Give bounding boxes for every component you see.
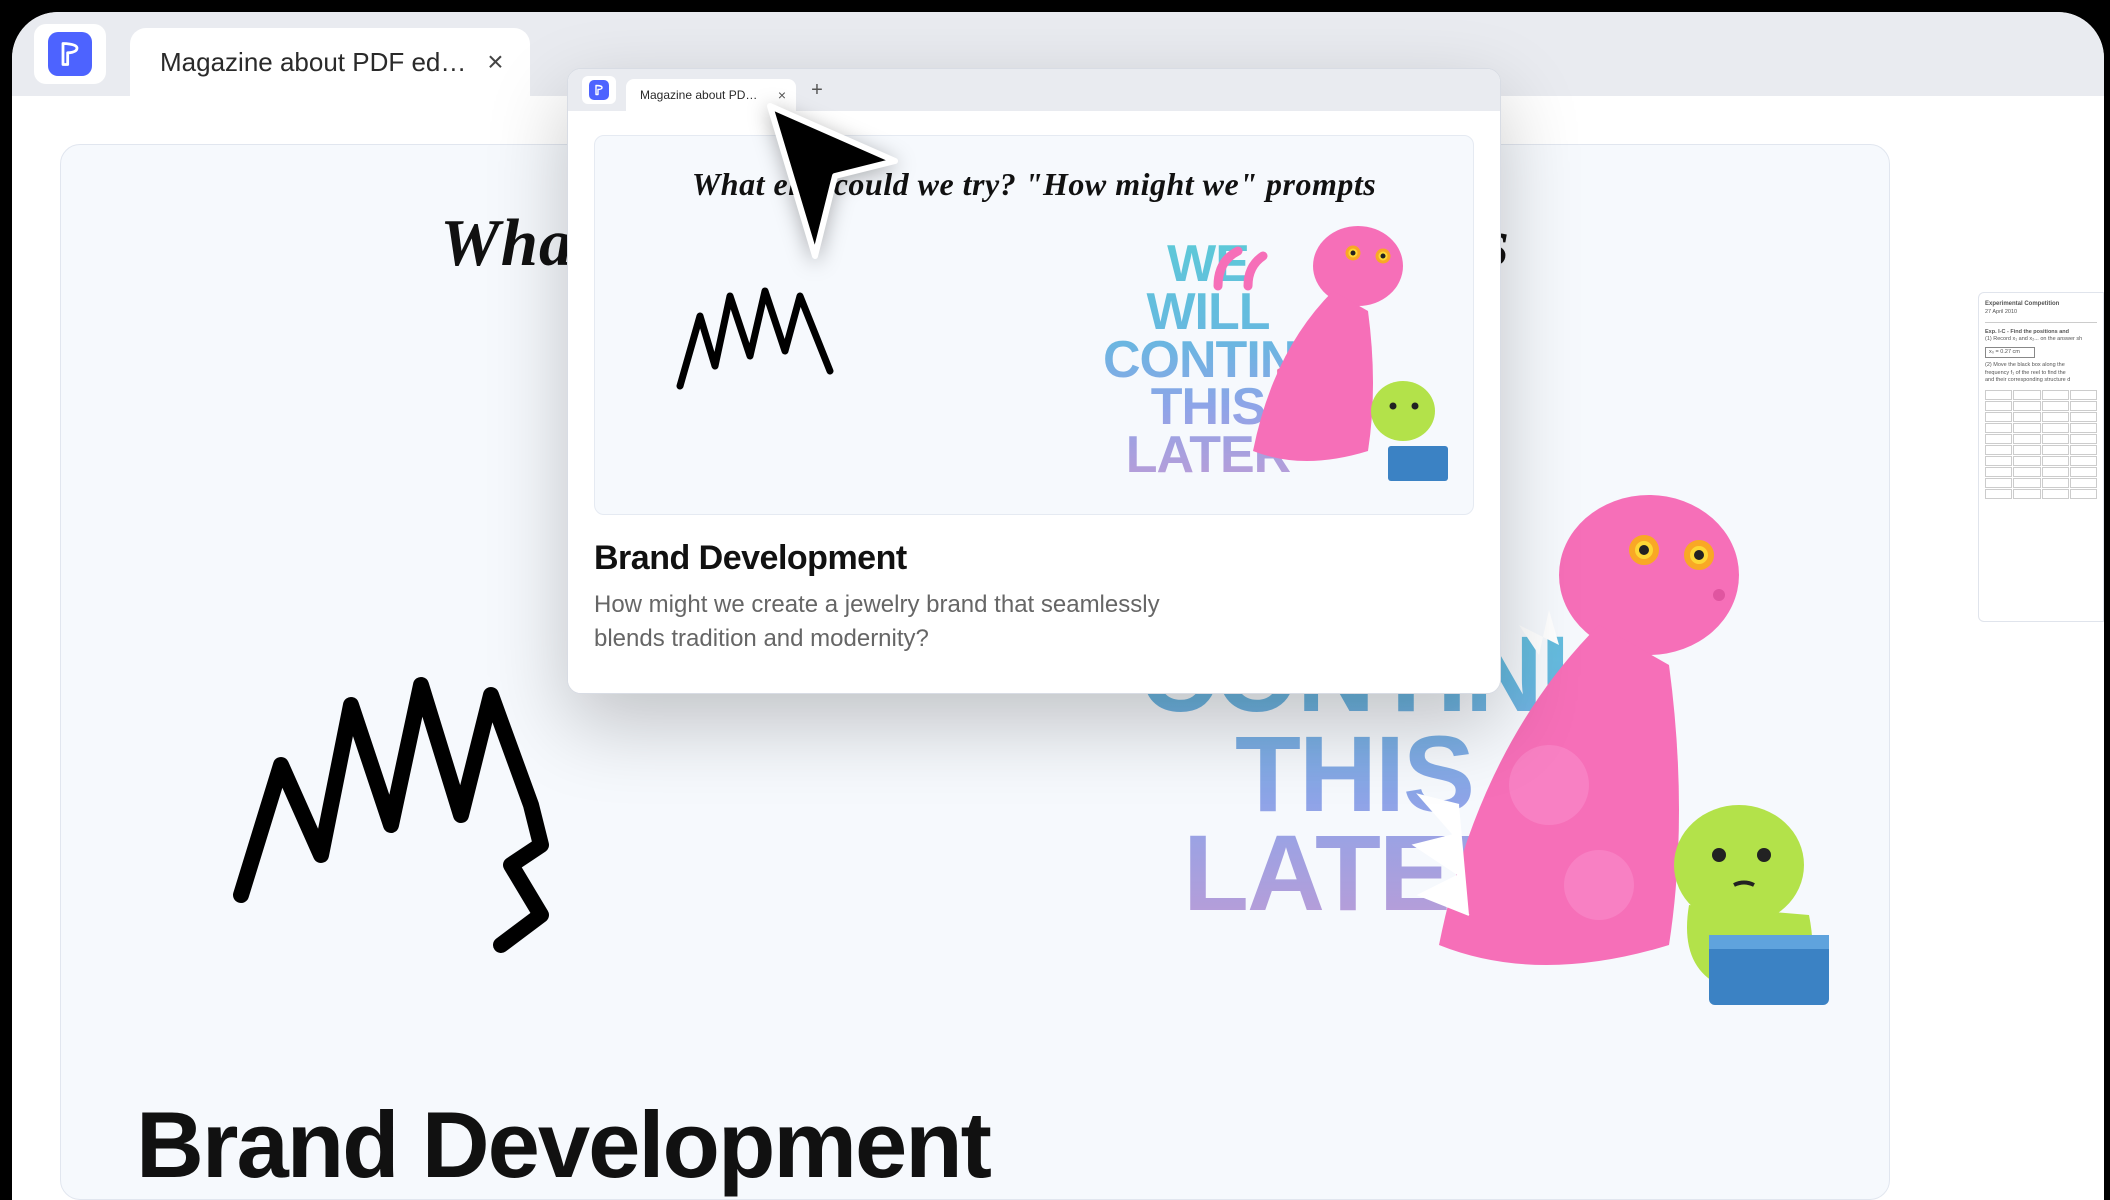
preview-sticker: WE WILL CONTINUE THIS LATER ~ xyxy=(1103,211,1453,491)
tab-title: Magazine about PDF ed… xyxy=(160,47,466,78)
preview-tab-bar: Magazine about PD… × + xyxy=(568,69,1500,111)
app-icon-button[interactable] xyxy=(34,24,106,84)
close-icon[interactable]: × xyxy=(482,49,508,75)
preview-tab-title: Magazine about PD… xyxy=(640,88,770,102)
main-title: Brand Development xyxy=(136,1091,990,1199)
preview-app-icon[interactable] xyxy=(582,76,616,104)
app-logo-icon xyxy=(589,80,609,100)
dinosaur-illustration xyxy=(1193,211,1453,491)
preview-heading: What else could we try? "How might we" p… xyxy=(625,166,1443,203)
preview-title: Brand Development xyxy=(594,539,1474,578)
preview-subtitle: How might we create a jewelry brand that… xyxy=(594,588,1234,655)
cursor-icon xyxy=(760,96,910,266)
app-logo-icon xyxy=(48,32,92,76)
page-thumbnail[interactable]: Experimental Competition 27 April 2010 E… xyxy=(1978,292,2104,622)
preview-body: What else could we try? "How might we" p… xyxy=(568,111,1500,693)
tab-active[interactable]: Magazine about PDF ed… × xyxy=(130,28,530,96)
scribble-drawing xyxy=(665,256,855,406)
preview-canvas: What else could we try? "How might we" p… xyxy=(594,135,1474,515)
tab-preview-popup: Magazine about PD… × + What else could w… xyxy=(567,68,1501,694)
app-window: Magazine about PDF ed… × What e prompts … xyxy=(12,12,2104,1200)
